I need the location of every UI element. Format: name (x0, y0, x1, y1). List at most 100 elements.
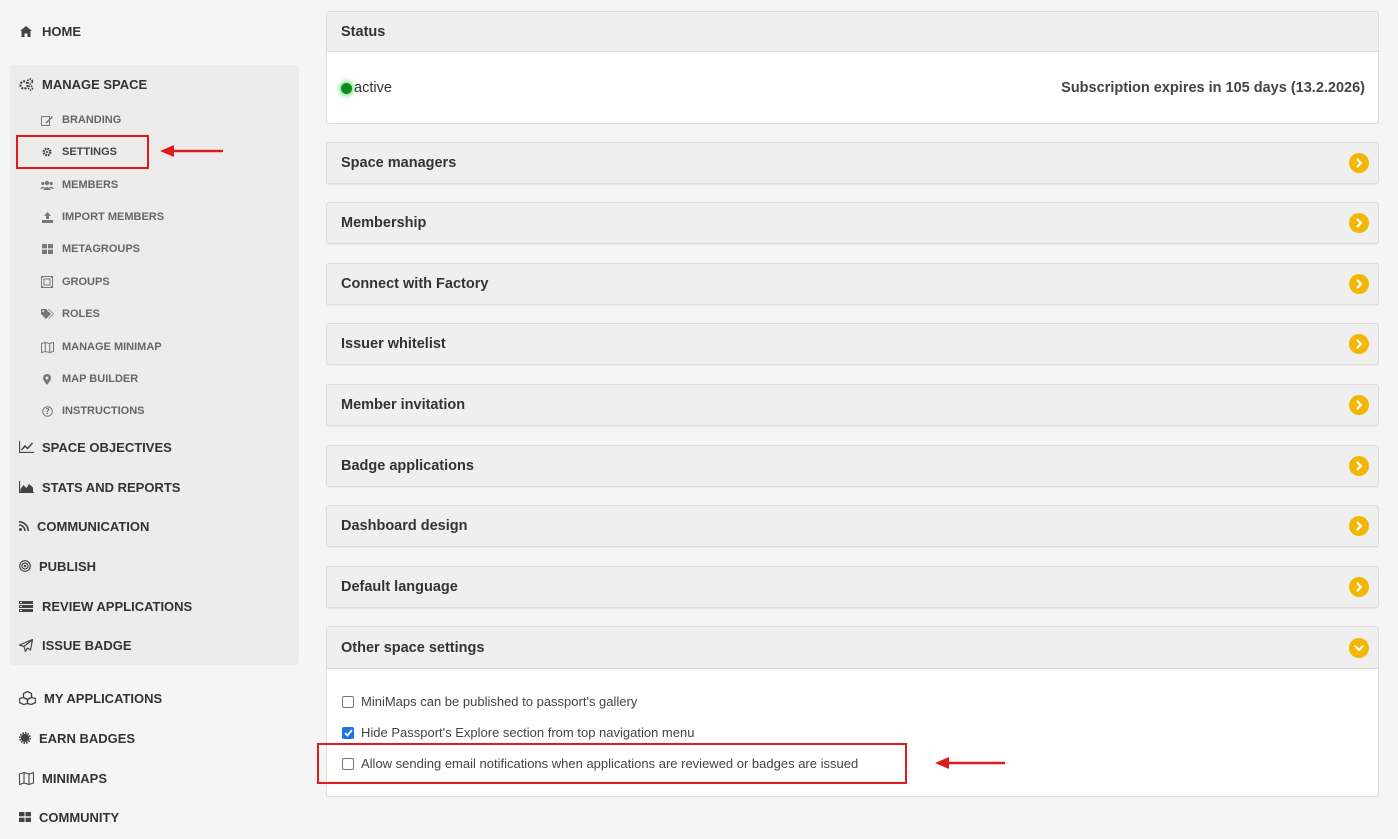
email-option-highlight-box (317, 743, 907, 784)
chevron-right-icon[interactable] (1349, 213, 1369, 233)
nav-communication-label: COMMUNICATION (37, 518, 150, 534)
nav-home[interactable]: HOME (18, 19, 81, 43)
grid-icon (18, 812, 31, 822)
settings-arrow-icon (160, 145, 223, 157)
nav-issue-badge-label: ISSUE BADGE (42, 637, 132, 653)
map-marker-icon (40, 373, 54, 385)
nav-community[interactable]: COMMUNITY (18, 805, 119, 829)
sidebar-item-instructions[interactable]: ? INSTRUCTIONS (40, 401, 145, 421)
other-settings-title: Other space settings (341, 639, 485, 656)
checkbox[interactable] (342, 695, 354, 708)
chevron-right-icon[interactable] (1349, 153, 1369, 173)
sidebar-item-label: GROUPS (62, 276, 110, 288)
nav-review-applications-label: REVIEW APPLICATIONS (42, 598, 193, 614)
question-icon: ? (40, 405, 54, 417)
rss-icon (18, 521, 29, 531)
sidebar-item-members[interactable]: MEMBERS (40, 175, 118, 195)
sidebar-item-label: METAGROUPS (62, 243, 141, 255)
sidebar-item-roles[interactable]: ROLES (40, 304, 100, 324)
sidebar-item-label: BRANDING (62, 114, 122, 126)
chevron-right-icon[interactable] (1349, 395, 1369, 415)
upload-icon (40, 211, 54, 223)
check-icon (343, 728, 353, 737)
sidebar-item-label: MANAGE MINIMAP (62, 341, 162, 353)
nav-home-label: HOME (42, 23, 81, 39)
nav-communication[interactable]: COMMUNICATION (18, 514, 149, 538)
nav-my-applications[interactable]: MY APPLICATIONS (18, 686, 162, 710)
section-title: Member invitation (341, 397, 466, 413)
home-icon (18, 25, 34, 37)
status-panel-title: Status (341, 23, 386, 40)
chevron-right-icon[interactable] (1349, 577, 1369, 597)
nav-manage-space[interactable]: MANAGE SPACE (18, 72, 147, 96)
nav-earn-badges[interactable]: EARN BADGES (18, 726, 135, 750)
section-member-invitation[interactable]: Member invitation (326, 384, 1379, 426)
nav-publish-label: PUBLISH (39, 558, 97, 574)
section-default-language[interactable]: Default language (326, 566, 1379, 608)
map-icon (18, 771, 34, 785)
sidebar-item-label: ROLES (62, 308, 100, 320)
status-value: active (354, 80, 392, 96)
section-title: Membership (341, 215, 427, 231)
chevron-down-icon[interactable] (1349, 637, 1369, 658)
sidebar-item-manage-minimap[interactable]: MANAGE MINIMAP (40, 337, 162, 357)
line-chart-icon (18, 441, 34, 453)
nav-manage-space-label: MANAGE SPACE (42, 76, 148, 92)
certificate-icon (18, 732, 31, 744)
option-label: MiniMaps can be published to passport's … (361, 694, 638, 709)
status-dot-icon (341, 82, 352, 94)
status-panel-header: Status (327, 12, 1378, 52)
section-space-managers[interactable]: Space managers (326, 142, 1379, 184)
gears-icon (18, 77, 34, 91)
nav-space-objectives-label: SPACE OBJECTIVES (42, 439, 172, 455)
paper-plane-icon (18, 638, 34, 652)
nav-review-applications[interactable]: REVIEW APPLICATIONS (18, 594, 192, 618)
nav-space-objectives[interactable]: SPACE OBJECTIVES (18, 435, 172, 459)
nav-stats-and-reports-label: STATS AND REPORTS (42, 479, 181, 495)
sidebar-item-label: MAP BUILDER (62, 373, 139, 385)
nav-minimaps[interactable]: MINIMAPS (18, 766, 107, 790)
chevron-right-icon[interactable] (1349, 274, 1369, 294)
sidebar-item-groups[interactable]: GROUPS (40, 272, 110, 292)
chevron-right-icon[interactable] (1349, 334, 1369, 354)
nav-community-label: COMMUNITY (39, 809, 120, 825)
cubes-icon (18, 691, 36, 705)
email-option-arrow-icon (935, 757, 1005, 769)
subscription-expiry: Subscription expires in 105 days (13.2.2… (1061, 80, 1365, 96)
settings-highlight-box (16, 135, 149, 169)
section-title: Issuer whitelist (341, 336, 446, 352)
nav-stats-and-reports[interactable]: STATS AND REPORTS (18, 475, 180, 499)
nav-earn-badges-label: EARN BADGES (39, 730, 136, 746)
section-title: Dashboard design (341, 518, 468, 534)
section-title: Badge applications (341, 458, 474, 474)
chevron-right-icon[interactable] (1349, 456, 1369, 476)
list-icon (18, 600, 34, 612)
other-settings-header[interactable]: Other space settings (327, 627, 1378, 669)
sidebar-item-metagroups[interactable]: METAGROUPS (40, 239, 140, 259)
section-title: Space managers (341, 155, 457, 171)
nav-publish[interactable]: PUBLISH (18, 554, 96, 578)
checkbox-checked[interactable] (342, 726, 354, 739)
chevron-right-icon[interactable] (1349, 516, 1369, 536)
section-dashboard-design[interactable]: Dashboard design (326, 505, 1379, 547)
section-membership[interactable]: Membership (326, 202, 1379, 244)
edit-icon (40, 115, 54, 126)
sidebar-item-label: IMPORT MEMBERS (62, 211, 165, 223)
grid-icon (40, 244, 54, 254)
section-issuer-whitelist[interactable]: Issuer whitelist (326, 323, 1379, 365)
option-label: Hide Passport's Explore section from top… (361, 725, 695, 740)
option-minimaps-gallery[interactable]: MiniMaps can be published to passport's … (327, 686, 1378, 717)
section-connect-with-factory[interactable]: Connect with Factory (326, 263, 1379, 305)
sidebar-item-import-members[interactable]: IMPORT MEMBERS (40, 207, 164, 227)
section-title: Connect with Factory (341, 276, 489, 292)
svg-text:?: ? (45, 407, 49, 416)
section-badge-applications[interactable]: Badge applications (326, 445, 1379, 487)
sidebar-item-label: MEMBERS (62, 179, 119, 191)
groups-icon (40, 276, 54, 288)
sidebar-item-label: INSTRUCTIONS (62, 405, 145, 417)
sidebar-item-map-builder[interactable]: MAP BUILDER (40, 369, 138, 389)
map-icon (40, 341, 54, 353)
users-icon (40, 180, 54, 190)
sidebar-item-branding[interactable]: BRANDING (40, 110, 121, 130)
nav-issue-badge[interactable]: ISSUE BADGE (18, 633, 132, 657)
